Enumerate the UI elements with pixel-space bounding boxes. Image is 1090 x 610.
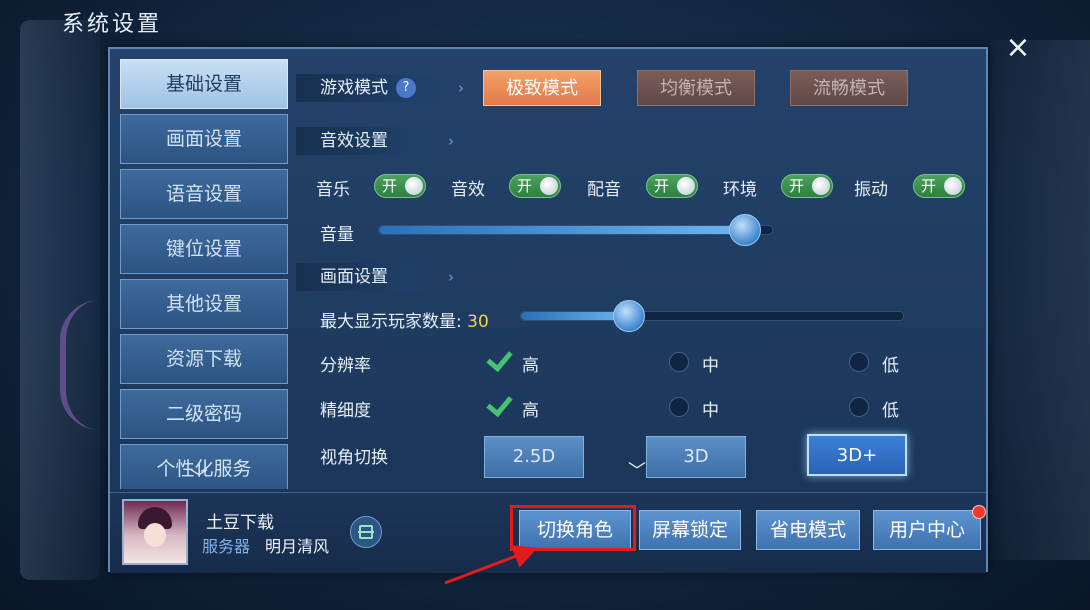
arrow-line <box>444 545 538 585</box>
arrow-annotation <box>444 545 538 585</box>
